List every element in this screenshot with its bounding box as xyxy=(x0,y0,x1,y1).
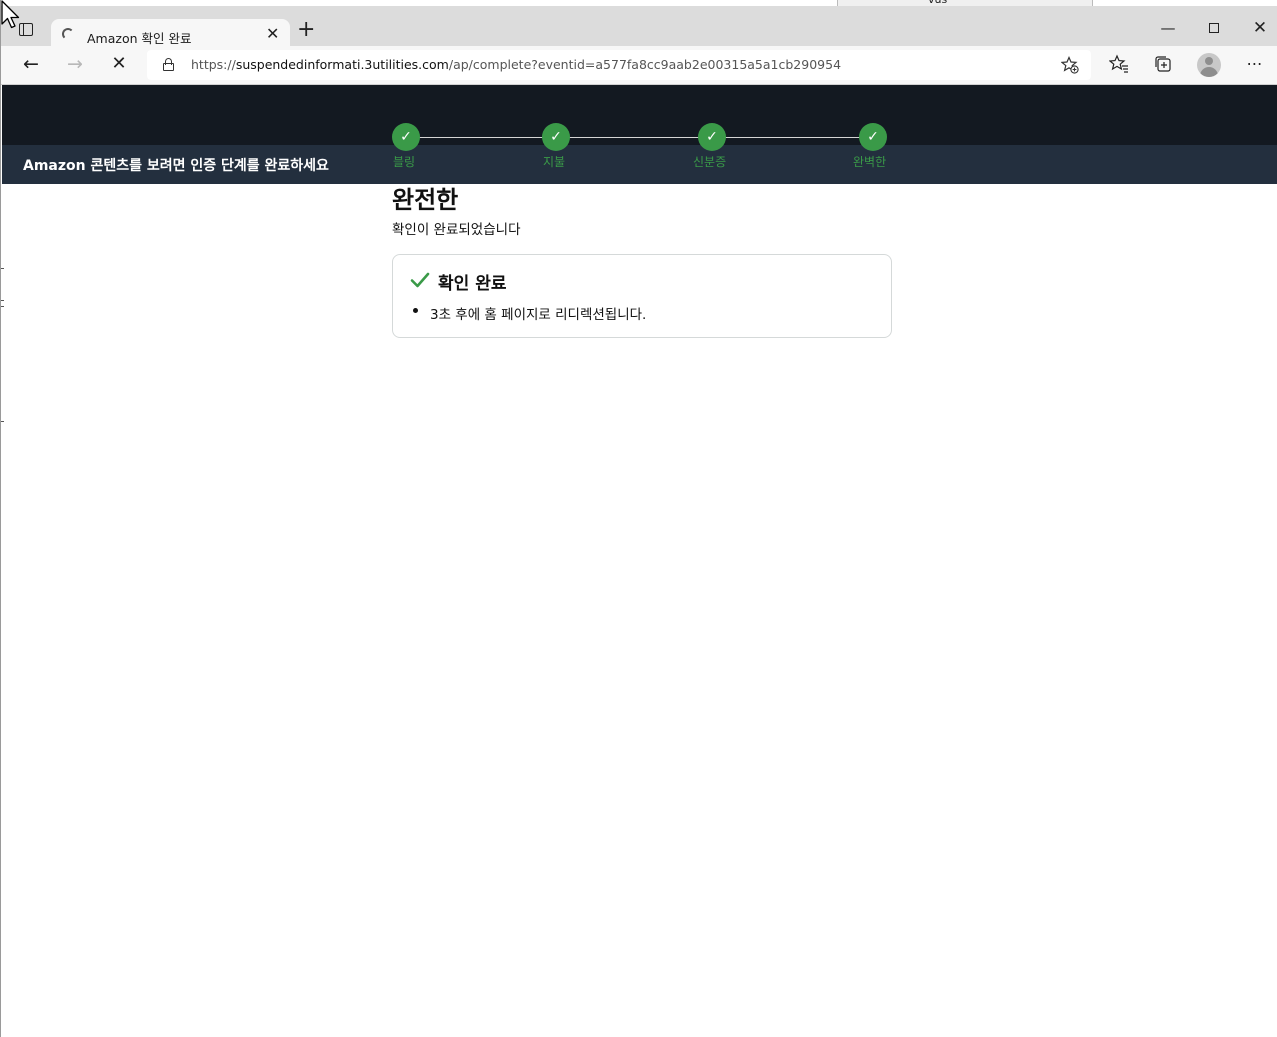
mouse-cursor-icon xyxy=(1,0,23,32)
minimize-button[interactable]: — xyxy=(1153,18,1183,42)
step-check-icon: ✓ xyxy=(859,123,887,151)
browser-toolbar: ← → ✕ https://suspendedinformati.3utilit… xyxy=(1,46,1277,85)
address-bar[interactable]: https://suspendedinformati.3utilities.co… xyxy=(147,50,1091,80)
close-window-button[interactable]: ✕ xyxy=(1245,18,1275,42)
bullet-icon xyxy=(413,308,418,313)
check-icon xyxy=(410,271,430,289)
page-content: Amazon 콘텐츠를 보려면 인증 단계를 완료하세요 xyxy=(2,85,1277,1037)
step-label: 신분증 xyxy=(693,155,727,169)
step-label: 블링 xyxy=(393,155,416,169)
page-subtitle: 확인이 완료되었습니다 xyxy=(392,222,521,238)
progress-stepper: ✓ 블링 ✓ 지불 ✓ 신분증 ✓ 완벽한 xyxy=(392,123,892,173)
step-check-icon: ✓ xyxy=(698,123,726,151)
stepper-line xyxy=(406,137,872,138)
url-host: suspendedinformati.3utilities.com xyxy=(235,57,449,72)
add-favorite-icon[interactable] xyxy=(1060,56,1079,77)
title-bar: Amazon 확인 완료 ✕ + — ✕ xyxy=(1,6,1277,52)
loading-spinner-icon xyxy=(62,28,74,40)
page-title: 완전한 xyxy=(392,186,459,214)
url-text[interactable]: https://suspendedinformati.3utilities.co… xyxy=(191,57,841,72)
maximize-button[interactable] xyxy=(1199,18,1229,42)
stop-loading-icon[interactable]: ✕ xyxy=(107,54,131,76)
step-check-icon: ✓ xyxy=(542,123,570,151)
subheader-text: Amazon 콘텐츠를 보려면 인증 단계를 완료하세요 xyxy=(23,158,329,174)
lock-icon[interactable] xyxy=(163,58,175,71)
collections-icon[interactable] xyxy=(1151,54,1175,76)
more-icon[interactable]: ⋯ xyxy=(1243,54,1267,76)
forward-arrow-icon[interactable]: → xyxy=(63,54,87,76)
step-label: 지불 xyxy=(543,155,566,169)
back-arrow-icon[interactable]: ← xyxy=(19,54,43,76)
tab-close-icon[interactable]: ✕ xyxy=(266,26,279,42)
url-path: /ap/complete?eventid=a577fa8cc9aab2e0031… xyxy=(448,57,842,72)
new-tab-icon[interactable]: + xyxy=(297,19,315,41)
step-label: 완벽한 xyxy=(853,155,887,169)
alert-message: 3초 후에 홈 페이지로 리디렉션됩니다. xyxy=(430,307,647,323)
alert-title: 확인 완료 xyxy=(438,274,507,294)
favorites-icon[interactable] xyxy=(1107,54,1131,76)
url-prefix: https:// xyxy=(191,57,236,72)
success-alert: 확인 완료 3초 후에 홈 페이지로 리디렉션됩니다. xyxy=(392,254,892,338)
profile-icon[interactable] xyxy=(1197,53,1221,77)
tab-title: Amazon 확인 완료 xyxy=(87,31,192,46)
step-check-icon: ✓ xyxy=(392,123,420,151)
browser-window: vus Amazon 확인 완료 ✕ + — ✕ ← → ✕ https://s… xyxy=(0,0,1277,1037)
